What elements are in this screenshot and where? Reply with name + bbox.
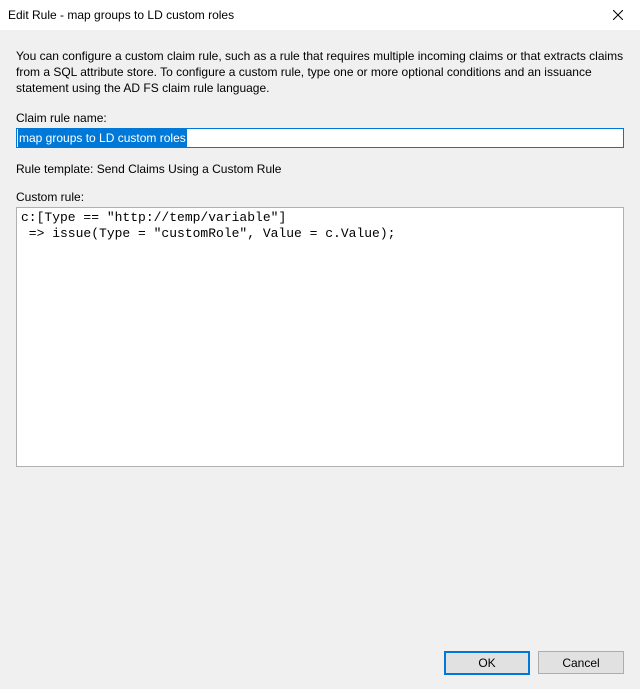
ok-button[interactable]: OK [444,651,530,675]
claim-rule-name-label: Claim rule name: [16,111,624,125]
rule-template-line: Rule template: Send Claims Using a Custo… [16,162,624,176]
close-button[interactable] [595,0,640,30]
dialog-content: You can configure a custom claim rule, s… [0,30,640,689]
claim-rule-name-input[interactable]: map groups to LD custom roles [16,128,624,148]
custom-rule-label: Custom rule: [16,190,624,204]
description-text: You can configure a custom claim rule, s… [16,48,624,97]
custom-rule-textarea[interactable] [16,207,624,467]
claim-rule-name-value: map groups to LD custom roles [18,129,187,147]
rule-template-label: Rule template: [16,162,97,176]
close-icon [613,10,623,20]
cancel-button[interactable]: Cancel [538,651,624,674]
window-title: Edit Rule - map groups to LD custom role… [8,8,234,22]
rule-template-value: Send Claims Using a Custom Rule [97,162,282,176]
button-row: OK Cancel [444,651,624,675]
titlebar: Edit Rule - map groups to LD custom role… [0,0,640,30]
